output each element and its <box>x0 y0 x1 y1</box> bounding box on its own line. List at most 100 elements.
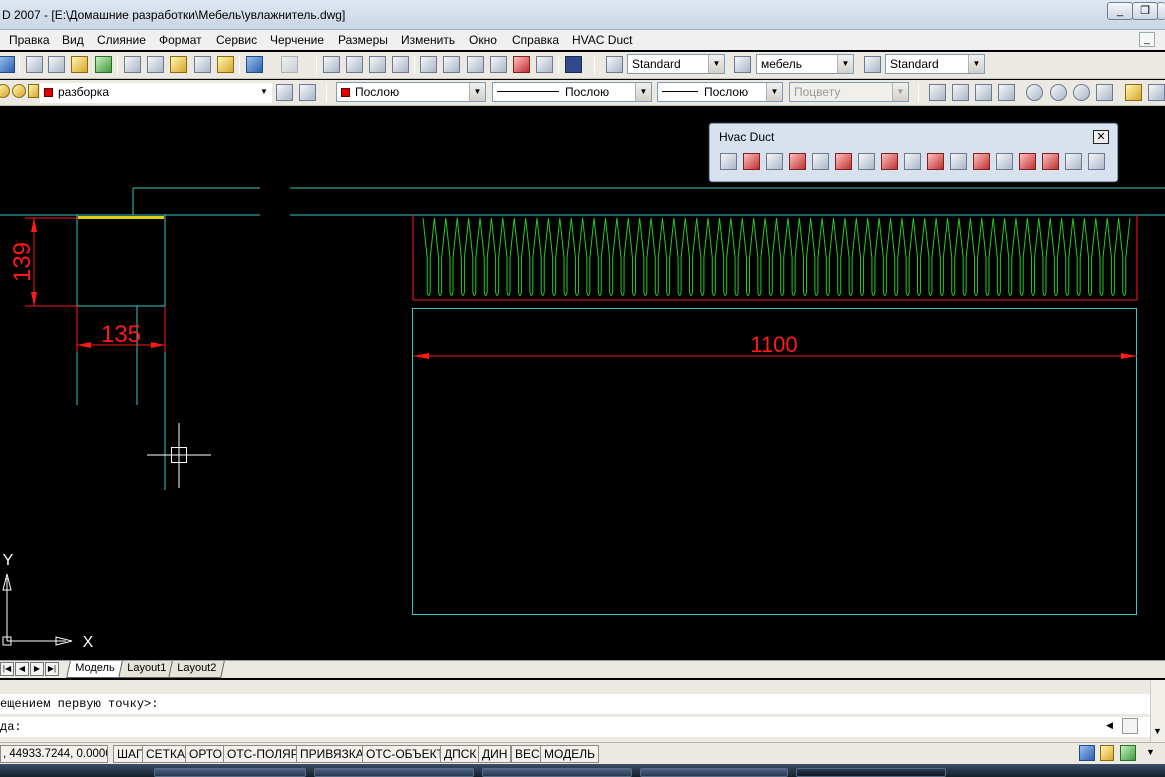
menu-format[interactable]: Формат <box>159 33 202 47</box>
duct-tee-icon[interactable] <box>904 153 921 170</box>
osnap-toggle[interactable]: ПРИВЯЗКА <box>296 745 368 763</box>
linear-dim-icon[interactable] <box>929 84 946 101</box>
match-properties-icon[interactable] <box>194 56 211 73</box>
jogged-dim-icon[interactable] <box>1050 84 1067 101</box>
plot-icon[interactable] <box>26 56 43 73</box>
menu-modify[interactable]: Изменить <box>401 33 455 47</box>
ducs-toggle[interactable]: ДПСК <box>440 745 481 763</box>
redo-icon[interactable] <box>281 56 298 73</box>
duct-tee-red-icon[interactable] <box>927 153 944 170</box>
undo-icon[interactable] <box>246 56 263 73</box>
duct-reducer-icon[interactable] <box>881 153 898 170</box>
menu-help[interactable]: Справка <box>512 33 559 47</box>
properties-icon[interactable] <box>420 56 437 73</box>
layer-select[interactable]: разборка ▼ <box>40 83 272 103</box>
tab-next-icon[interactable]: ▶ <box>30 662 44 676</box>
design-center-icon[interactable] <box>443 56 460 73</box>
taskbar-button[interactable] <box>640 768 788 777</box>
duct-calculator-icon[interactable] <box>1088 153 1105 170</box>
plotstyle-select[interactable]: Поцвету ▼ <box>789 82 909 102</box>
table-style-icon[interactable] <box>864 56 881 73</box>
tab-layout1[interactable]: Layout1 <box>118 661 175 678</box>
layer-freeze-icon[interactable] <box>12 84 26 98</box>
plot-preview-icon[interactable] <box>48 56 65 73</box>
zoom-realtime-icon[interactable] <box>346 56 363 73</box>
command-prompt[interactable]: да: <box>0 717 1150 737</box>
tab-prev-icon[interactable]: ◀ <box>15 662 29 676</box>
hvac-duct-toolbar[interactable]: Hvac Duct ✕ <box>709 123 1118 182</box>
duct-elbow-icon[interactable] <box>812 153 829 170</box>
layer-lock-icon[interactable] <box>28 84 39 98</box>
taskbar-button[interactable] <box>154 768 306 777</box>
scroll-thumb[interactable] <box>1122 718 1138 734</box>
drawing-svg[interactable]: 139 135 1100 Y X <box>0 106 1165 660</box>
quick-dim-icon[interactable] <box>1125 84 1142 101</box>
angular-dim-icon[interactable] <box>1096 84 1113 101</box>
diameter-dim-icon[interactable] <box>1073 84 1090 101</box>
toolbar-lock-icon[interactable] <box>1100 745 1114 761</box>
menu-hvac-duct[interactable]: HVAC Duct <box>572 33 632 47</box>
color-select[interactable]: Послою ▼ <box>336 82 486 102</box>
baseline-dim-icon[interactable] <box>1148 84 1165 101</box>
aligned-dim-icon[interactable] <box>952 84 969 101</box>
tab-model[interactable]: Модель <box>66 661 124 678</box>
menu-draw[interactable]: Черчение <box>270 33 324 47</box>
calculator-icon[interactable] <box>536 56 553 73</box>
communication-center-icon[interactable] <box>1079 745 1095 761</box>
text-style-icon[interactable] <box>606 56 623 73</box>
close-icon[interactable]: ✕ <box>1093 130 1109 144</box>
duct-insulated-icon[interactable] <box>743 153 760 170</box>
status-menu-chevron-icon[interactable]: ▼ <box>1146 747 1155 757</box>
duct-coil-icon[interactable] <box>996 153 1013 170</box>
ordinate-dim-icon[interactable] <box>998 84 1015 101</box>
make-layer-current-icon[interactable] <box>276 84 293 101</box>
lwt-toggle[interactable]: ВЕС <box>511 745 544 763</box>
markup-icon[interactable] <box>513 56 530 73</box>
close-button-edge[interactable] <box>1157 2 1165 20</box>
duct-coil-red-icon[interactable] <box>1019 153 1036 170</box>
zoom-window-icon[interactable] <box>369 56 386 73</box>
layer-previous-icon[interactable] <box>299 84 316 101</box>
duct-cross-red-icon[interactable] <box>973 153 990 170</box>
polar-toggle[interactable]: ОТС-ПОЛЯР <box>223 745 303 763</box>
sheet-set-icon[interactable] <box>490 56 507 73</box>
minimize-icon[interactable]: _ <box>1107 2 1133 20</box>
help-icon[interactable] <box>565 56 582 73</box>
otrack-toggle[interactable]: ОТС-ОБЪЕКТ <box>362 745 448 763</box>
publish-icon[interactable] <box>71 56 88 73</box>
taskbar-button-active[interactable] <box>796 768 946 777</box>
block-editor-icon[interactable] <box>217 56 234 73</box>
menu-view[interactable]: Вид <box>62 33 84 47</box>
ortho-toggle[interactable]: ОРТО <box>185 745 226 763</box>
duct-cross-icon[interactable] <box>950 153 967 170</box>
duct-straight-icon[interactable] <box>720 153 737 170</box>
3d-dwf-icon[interactable] <box>95 56 112 73</box>
dim-style-icon[interactable] <box>734 56 751 73</box>
duct-transition-icon[interactable] <box>858 153 875 170</box>
scroll-down-icon[interactable]: ▼ <box>1153 726 1162 736</box>
taskbar-button[interactable] <box>482 768 632 777</box>
layer-on-icon[interactable] <box>0 84 10 98</box>
pan-icon[interactable] <box>323 56 340 73</box>
menu-window[interactable]: Окно <box>469 33 497 47</box>
coordinate-readout[interactable]: , 44933.7244, 0.0000 <box>0 745 108 763</box>
lineweight-select[interactable]: Послою ▼ <box>657 82 783 102</box>
taskbar-button[interactable] <box>314 768 474 777</box>
dyn-toggle[interactable]: ДИН <box>478 745 512 763</box>
linetype-select[interactable]: Послою ▼ <box>492 82 652 102</box>
tab-layout2[interactable]: Layout2 <box>168 661 225 678</box>
cut-icon[interactable] <box>124 56 141 73</box>
duct-elbow-red-icon[interactable] <box>835 153 852 170</box>
save-icon[interactable] <box>0 56 15 73</box>
menu-edit[interactable]: Правка <box>9 33 50 47</box>
tool-palettes-icon[interactable] <box>467 56 484 73</box>
text-style-select[interactable]: Standard ▼ <box>627 54 725 74</box>
tab-first-icon[interactable]: |◀ <box>0 662 14 676</box>
duct-rect-icon[interactable] <box>766 153 783 170</box>
restore-icon[interactable]: ❐ <box>1132 2 1158 20</box>
paste-icon[interactable] <box>170 56 187 73</box>
duct-tool-icon[interactable] <box>1065 153 1082 170</box>
tab-last-icon[interactable]: ▶| <box>45 662 59 676</box>
menu-dimensions[interactable]: Размеры <box>338 33 388 47</box>
grid-toggle[interactable]: СЕТКА <box>142 745 189 763</box>
